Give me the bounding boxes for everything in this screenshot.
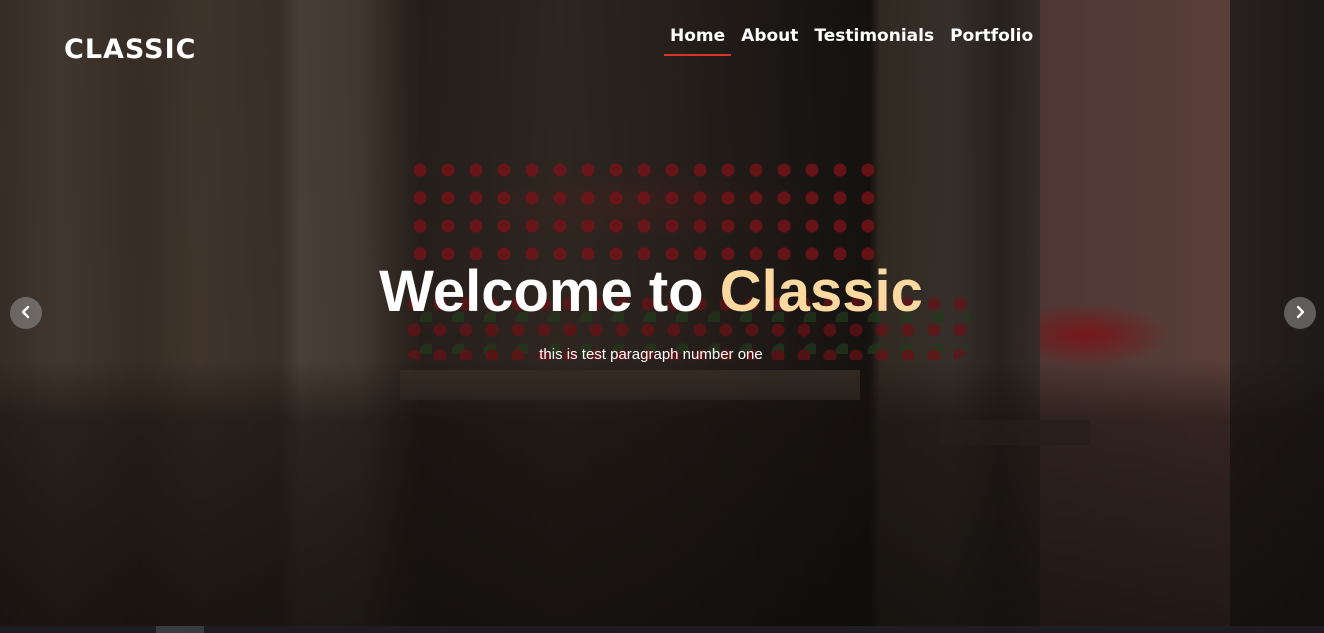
hero-headline-accent: Classic [719, 259, 923, 324]
nav-item-testimonials[interactable]: Testimonials [808, 26, 940, 56]
chevron-right-icon [1293, 303, 1307, 324]
main-nav: Home About Testimonials Portfolio [664, 26, 1043, 56]
nav-item-portfolio[interactable]: Portfolio [944, 26, 1039, 56]
hero-background-balcony-right [940, 420, 1090, 445]
hero-background-flowers [400, 150, 890, 260]
slider-next-button[interactable] [1284, 297, 1316, 329]
hero-headline-prefix: Welcome to [379, 259, 720, 324]
nav-item-home[interactable]: Home [664, 26, 732, 56]
site-logo[interactable]: CLASSIC [64, 34, 196, 65]
hero-headline: Welcome to Classic [0, 258, 1302, 325]
hero-subtitle: this is test paragraph number one [539, 346, 763, 363]
slider-prev-button[interactable] [10, 297, 42, 329]
chevron-left-icon [19, 303, 33, 324]
nav-item-about[interactable]: About [735, 26, 804, 56]
bottom-bar-segment [156, 626, 204, 633]
hero-background-balcony [400, 370, 860, 400]
